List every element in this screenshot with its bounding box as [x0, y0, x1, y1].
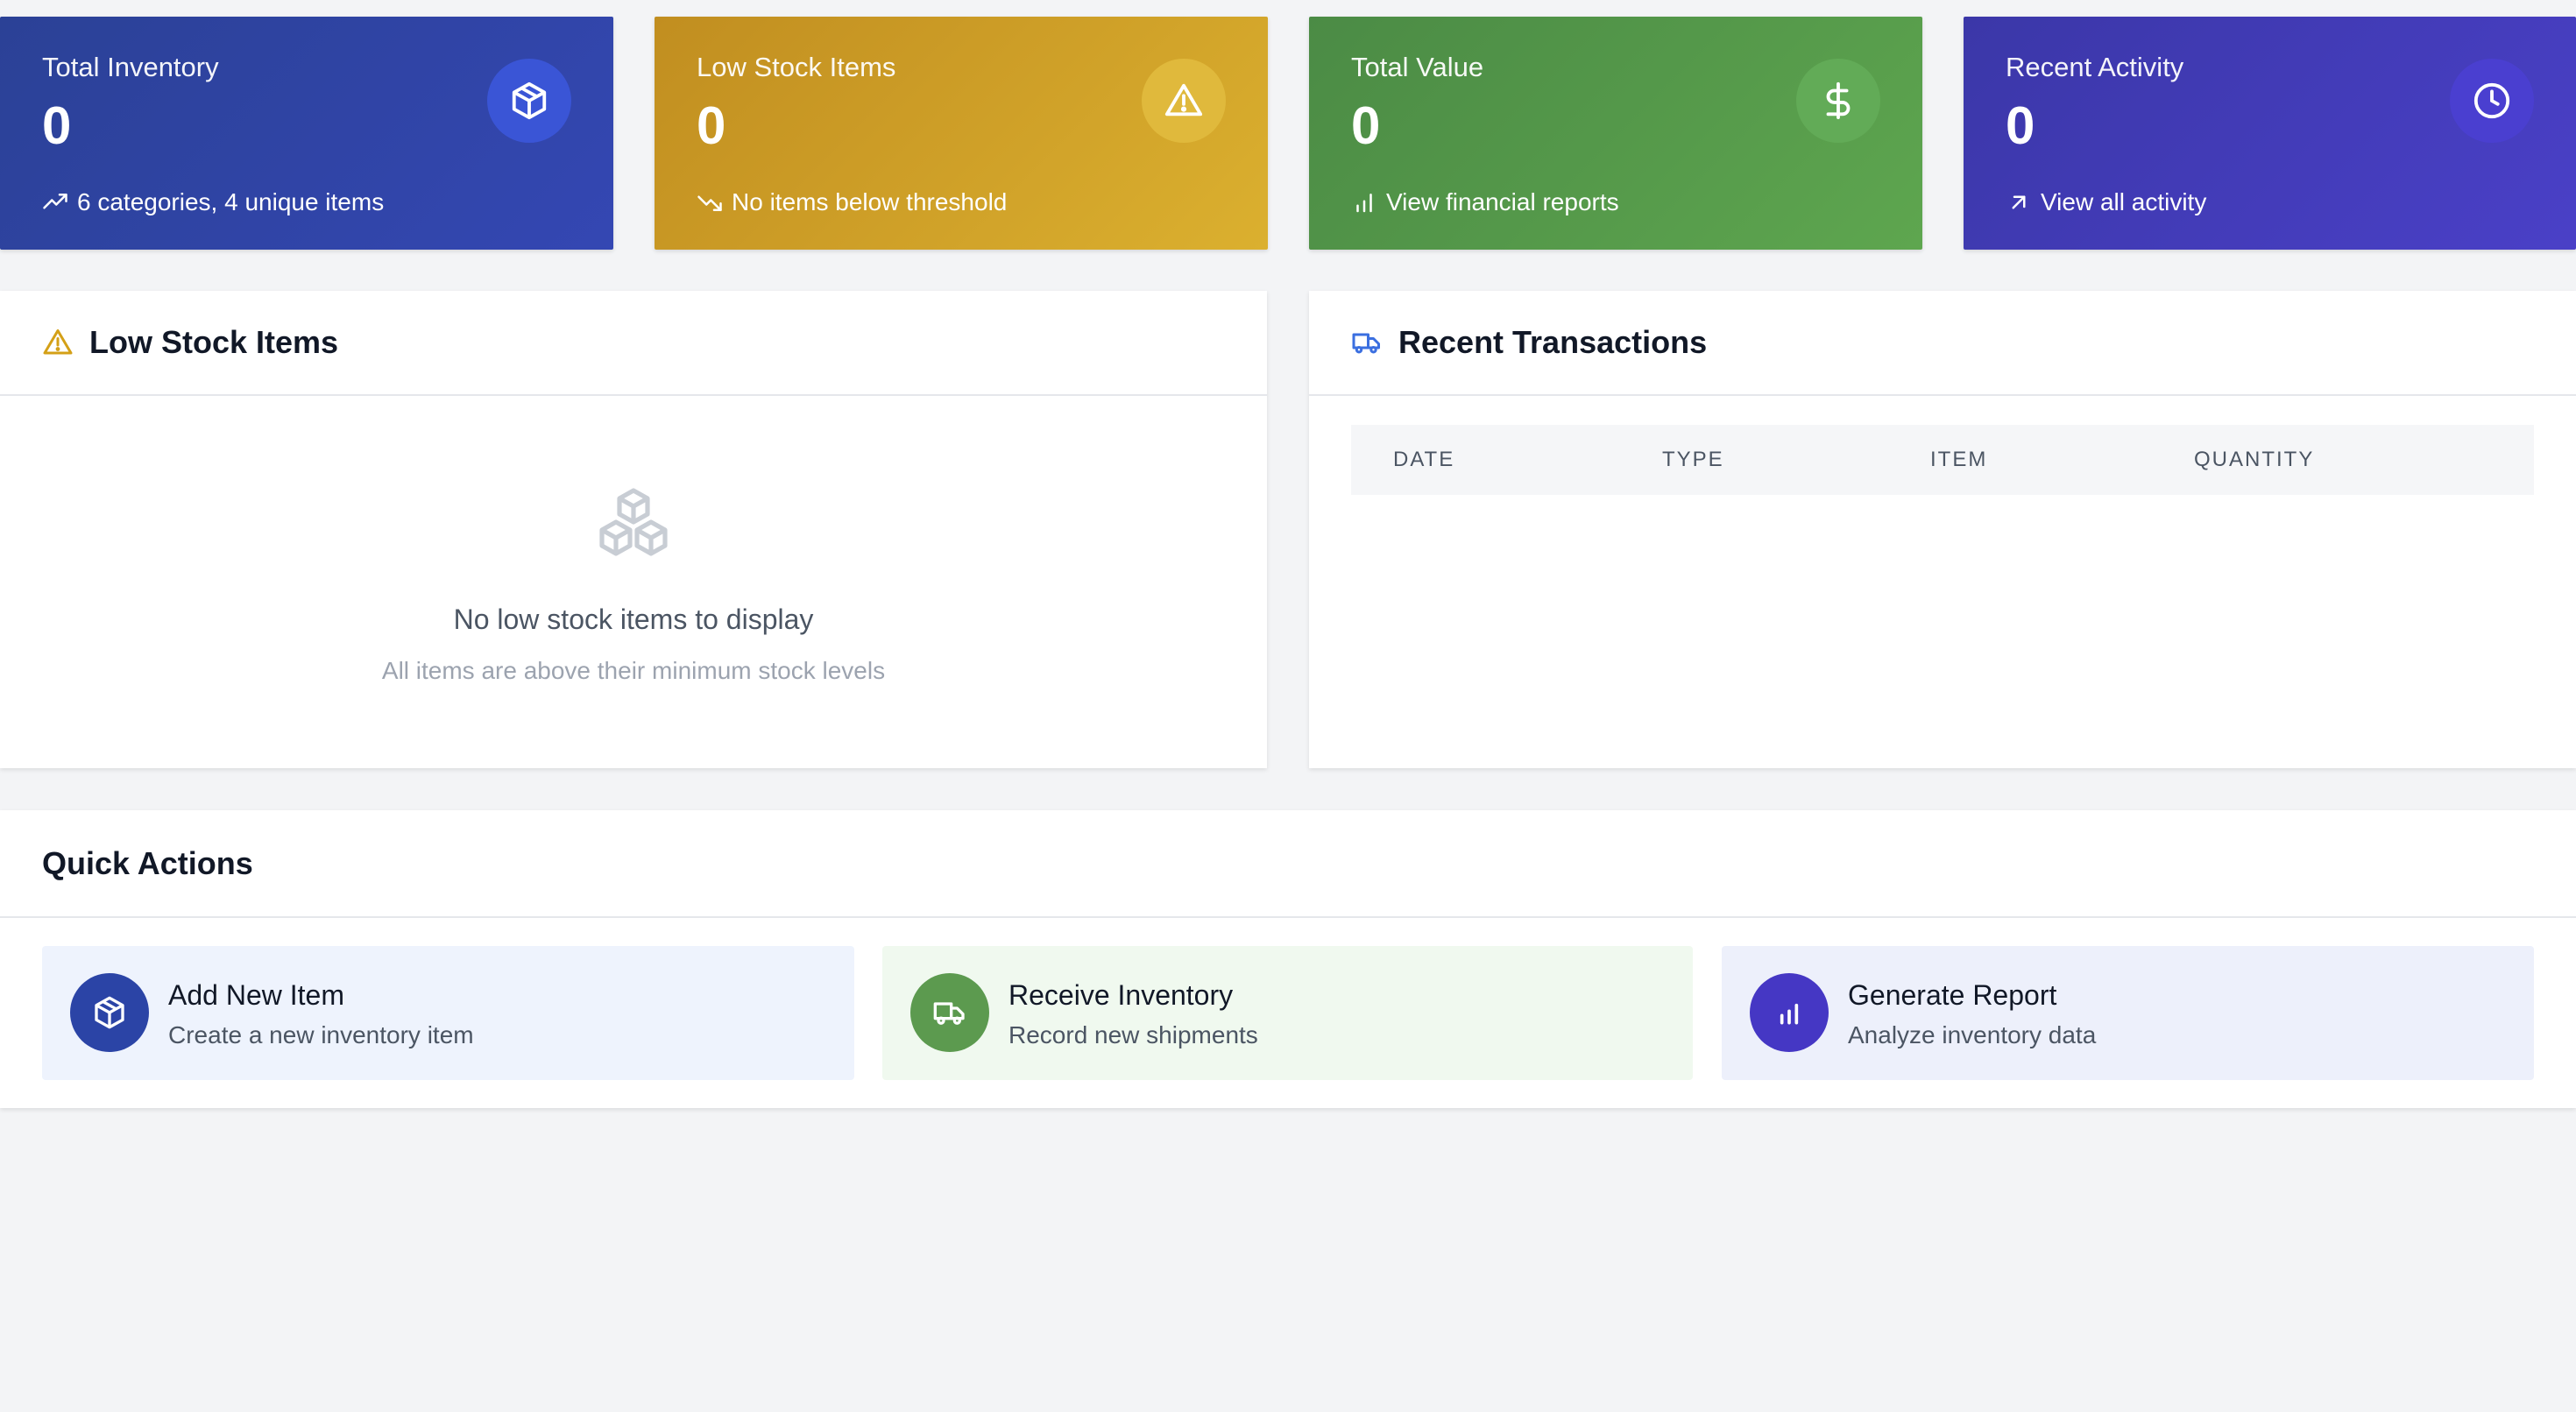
action-subtitle: Create a new inventory item	[168, 1021, 474, 1048]
stat-footer-text: View all activity	[2041, 188, 2207, 215]
action-title: Generate Report	[1848, 979, 2057, 1011]
box-icon	[487, 59, 571, 143]
stat-title: Total Inventory	[42, 52, 219, 82]
stat-footer-text: View financial reports	[1386, 188, 1619, 215]
action-subtitle: Analyze inventory data	[1848, 1021, 2097, 1048]
panel-header: Quick Actions	[0, 810, 2576, 918]
empty-state: No low stock items to display All items …	[0, 484, 1267, 685]
truck-icon	[1352, 333, 1380, 354]
stat-card-low-stock[interactable]: Low Stock Items 0 No items below thresho…	[655, 17, 1268, 250]
alert-triangle-icon	[1142, 59, 1226, 143]
stat-value: 0	[2006, 96, 2035, 155]
trending-down-icon	[697, 195, 722, 211]
panel-title: Quick Actions	[42, 844, 253, 881]
column-header-type[interactable]: TYPE	[1662, 448, 1724, 472]
column-header-date[interactable]: DATE	[1393, 448, 1454, 472]
clock-icon	[2450, 59, 2534, 143]
boxes-icon	[599, 488, 668, 556]
stat-value: 0	[42, 96, 72, 155]
column-header-item[interactable]: ITEM	[1930, 448, 1987, 472]
stat-footer-text: 6 categories, 4 unique items	[77, 188, 385, 215]
stat-footer: View financial reports	[1351, 188, 1619, 216]
generate-report-button[interactable]: Generate Report Analyze inventory data	[1722, 946, 2534, 1080]
trending-up-icon	[43, 194, 67, 209]
stat-title: Total Value	[1351, 52, 1484, 82]
action-title: Add New Item	[168, 979, 344, 1011]
panel-header: Low Stock Items	[0, 291, 1267, 396]
receive-inventory-button[interactable]: Receive Inventory Record new shipments	[882, 946, 1693, 1080]
panel-header: Recent Transactions	[1309, 291, 2576, 396]
stat-value: 0	[697, 96, 726, 155]
stat-card-total-value[interactable]: Total Value 0 View financial reports	[1309, 17, 1922, 250]
stat-footer: 6 categories, 4 unique items	[42, 188, 384, 216]
stat-title: Recent Activity	[2006, 52, 2184, 82]
stat-value: 0	[1351, 96, 1381, 155]
bar-chart-icon	[1750, 973, 1829, 1052]
empty-state-subtitle: All items are above their minimum stock …	[381, 657, 886, 684]
stat-card-recent-activity[interactable]: Recent Activity 0 View all activity	[1964, 17, 2576, 250]
panel-title: Recent Transactions	[1398, 324, 1708, 360]
stat-card-total-inventory[interactable]: Total Inventory 0 6 categories, 4 unique…	[0, 17, 613, 250]
stat-footer[interactable]: View all activity	[2006, 188, 2206, 216]
transactions-table-header: DATE TYPE ITEM QUANTITY	[1351, 425, 2534, 495]
recent-transactions-panel: Recent Transactions DATE TYPE ITEM QUANT…	[1309, 291, 2576, 768]
top-bar	[0, 0, 2576, 17]
arrow-up-right-icon	[2012, 195, 2026, 209]
truck-icon	[910, 973, 989, 1052]
box-icon	[70, 973, 149, 1052]
add-new-item-button[interactable]: Add New Item Create a new inventory item	[42, 946, 854, 1080]
bar-chart-icon	[1356, 194, 1372, 213]
quick-actions-panel: Quick Actions Add New Item Create a new …	[0, 810, 2576, 1108]
stat-footer: No items below threshold	[697, 188, 1007, 216]
alert-triangle-icon	[43, 329, 73, 355]
column-header-quantity[interactable]: QUANTITY	[2194, 448, 2314, 472]
stat-footer-text: No items below threshold	[732, 188, 1008, 215]
panel-title: Low Stock Items	[89, 324, 339, 360]
stats-row: Total Inventory 0 6 categories, 4 unique…	[0, 17, 2576, 250]
stat-title: Low Stock Items	[697, 52, 896, 82]
low-stock-panel: Low Stock Items No low stock items to di…	[0, 291, 1267, 768]
dollar-icon	[1796, 59, 1880, 143]
empty-state-title: No low stock items to display	[453, 604, 814, 635]
action-subtitle: Record new shipments	[1008, 1021, 1258, 1048]
action-title: Receive Inventory	[1008, 979, 1234, 1011]
